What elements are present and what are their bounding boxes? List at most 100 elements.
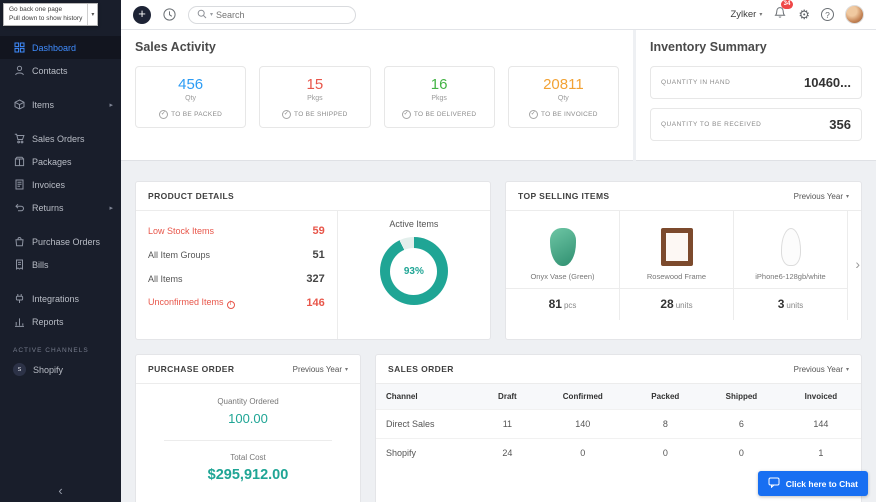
sidebar-item-invoices[interactable]: Invoices xyxy=(0,173,121,196)
sidebar-item-sales-orders[interactable]: Sales Orders xyxy=(0,127,121,150)
product-quantity: 81 pcs xyxy=(506,288,619,320)
tooltip-line-2: Pull down to show history xyxy=(9,14,83,22)
unconfirmed-items-row[interactable]: Unconfirmed Items i 146 xyxy=(148,291,325,315)
pd-value: 146 xyxy=(306,297,325,309)
shopping-bag-icon xyxy=(13,236,25,248)
table-row-direct-sales[interactable]: Direct Sales 11 140 8 6 144 xyxy=(376,409,861,439)
pd-label: All Items xyxy=(148,274,183,284)
check-circle-icon: ✓ xyxy=(528,110,538,119)
sidebar-collapse-button[interactable]: ‹ xyxy=(0,483,121,498)
active-items-donut[interactable]: 93% xyxy=(379,237,448,305)
sidebar-item-integrations[interactable]: Integrations xyxy=(0,287,121,310)
cart-icon xyxy=(13,133,25,145)
sidebar-item-packages[interactable]: Packages xyxy=(0,150,121,173)
quantity-to-be-received-row[interactable]: QUANTITY TO BE RECEIVED 356 xyxy=(650,108,862,141)
sidebar-item-purchase-orders[interactable]: Purchase Orders xyxy=(0,230,121,253)
product-thumbnail xyxy=(780,220,801,266)
top-selling-item-iphone[interactable]: iPhone6-128gb/white 3 units xyxy=(734,211,848,320)
pd-label: Low Stock Items xyxy=(148,226,215,236)
info-icon: i xyxy=(226,300,235,309)
col-packed: Packed xyxy=(628,384,703,410)
all-item-groups-row[interactable]: All Item Groups 51 xyxy=(148,243,325,267)
dashboard-icon xyxy=(13,42,25,54)
receipt-icon xyxy=(13,259,25,271)
stat-to-be-shipped[interactable]: 15 Pkgs ✓ TO BE SHIPPED xyxy=(259,66,371,128)
check-circle-icon: ✓ xyxy=(401,110,411,119)
product-details-header: PRODUCT DETAILS xyxy=(136,182,490,211)
quick-create-button[interactable]: + xyxy=(133,5,151,24)
sidebar-item-items[interactable]: Items ▸ xyxy=(0,93,121,116)
sales-order-period-dropdown[interactable]: Previous Year ▾ xyxy=(794,365,849,374)
stat-label: TO BE PACKED xyxy=(171,111,223,118)
search-scope-caret-icon[interactable]: ▾ xyxy=(210,11,213,18)
stat-label: TO BE DELIVERED xyxy=(413,111,477,118)
details-row: PRODUCT DETAILS Low Stock Items 59 All I… xyxy=(135,181,862,340)
bar-chart-icon xyxy=(13,316,25,328)
stat-value: 15 xyxy=(306,76,324,93)
search-icon xyxy=(197,6,207,24)
stat-to-be-invoiced[interactable]: 20811 Qty ✓ TO BE INVOICED xyxy=(507,66,619,128)
col-draft: Draft xyxy=(477,384,537,410)
tooltip-dropdown-icon[interactable]: ▾ xyxy=(87,4,97,25)
inventory-value: 10460... xyxy=(804,75,851,90)
sidebar-item-label: Contacts xyxy=(32,65,68,76)
stat-value: 456 xyxy=(178,76,204,93)
sidebar-item-bills[interactable]: Bills xyxy=(0,253,121,276)
help-button[interactable]: ? xyxy=(821,8,834,21)
all-items-row[interactable]: All Items 327 xyxy=(148,267,325,291)
sidebar-item-dashboard[interactable]: Dashboard xyxy=(0,36,121,59)
chat-button[interactable]: Click here to Chat xyxy=(757,471,868,496)
wood-frame-image xyxy=(660,228,693,266)
low-stock-items-row[interactable]: Low Stock Items 59 xyxy=(148,219,325,243)
quantity-in-hand-row[interactable]: QUANTITY IN HAND 10460... xyxy=(650,66,862,99)
product-thumbnail xyxy=(660,220,693,266)
purchase-order-card: PURCHASE ORDER Previous Year ▾ Quantity … xyxy=(135,354,361,502)
org-switcher[interactable]: Zylker ▾ xyxy=(730,9,762,20)
col-invoiced: Invoiced xyxy=(780,384,861,410)
pd-value: 327 xyxy=(306,273,325,285)
topbar: + ▾ Zylker ▾ 34 ⚙ ? xyxy=(121,0,876,30)
org-name: Zylker xyxy=(730,9,757,20)
settings-gear-icon[interactable]: ⚙ xyxy=(798,7,810,23)
green-vase-image xyxy=(549,228,576,266)
sidebar-item-shopify[interactable]: s Shopify xyxy=(0,358,121,381)
cell: 6 xyxy=(702,409,781,439)
cell: 24 xyxy=(477,438,537,467)
top-selling-period-dropdown[interactable]: Previous Year ▾ xyxy=(794,192,849,201)
stat-unit: Qty xyxy=(557,95,569,102)
table-row-shopify[interactable]: Shopify 24 0 0 0 1 xyxy=(376,438,861,467)
sidebar-nav: Dashboard Contacts Items ▸ Sales Orders … xyxy=(0,36,121,333)
product-details-title: PRODUCT DETAILS xyxy=(148,191,235,201)
sidebar-item-returns[interactable]: Returns ▸ xyxy=(0,196,121,219)
cell: 140 xyxy=(536,409,629,439)
stat-label-row: ✓ TO BE DELIVERED xyxy=(389,110,490,119)
top-selling-item-onyx-vase[interactable]: Onyx Vase (Green) 81 pcs xyxy=(506,211,620,320)
recent-activity-icon[interactable] xyxy=(162,7,177,22)
col-confirmed: Confirmed xyxy=(536,384,629,410)
product-details-body: Low Stock Items 59 All Item Groups 51 Al… xyxy=(136,211,490,339)
cell: 0 xyxy=(702,438,781,467)
sidebar-item-contacts[interactable]: Contacts xyxy=(0,59,121,82)
summary-row: Sales Activity 456 Qty ✓ TO BE PACKED 15 xyxy=(121,30,876,161)
cell: 0 xyxy=(628,438,703,467)
stat-to-be-delivered[interactable]: 16 Pkgs ✓ TO BE DELIVERED xyxy=(383,66,495,128)
sales-order-table: Channel Draft Confirmed Packed Shipped I… xyxy=(376,384,861,467)
notifications-button[interactable]: 34 xyxy=(773,0,794,24)
sidebar-item-label: Items xyxy=(32,99,55,110)
sidebar-item-reports[interactable]: Reports xyxy=(0,310,121,333)
sidebar-item-label: Purchase Orders xyxy=(32,236,101,247)
purchase-order-period-dropdown[interactable]: Previous Year ▾ xyxy=(293,365,348,374)
app-window: Go back one page Pull down to show histo… xyxy=(0,0,876,502)
quantity-ordered-value: 100.00 xyxy=(228,411,268,426)
stat-to-be-packed[interactable]: 456 Qty ✓ TO BE PACKED xyxy=(135,66,247,128)
donut-percentage: 93% xyxy=(390,247,438,295)
col-shipped: Shipped xyxy=(702,384,781,410)
search-input[interactable] xyxy=(216,9,347,20)
next-items-chevron[interactable]: › xyxy=(855,256,860,272)
global-search[interactable]: ▾ xyxy=(188,5,356,24)
top-selling-item-rosewood-frame[interactable]: Rosewood Frame 28 units xyxy=(620,211,734,320)
cell: 144 xyxy=(780,409,861,439)
sales-activity-title: Sales Activity xyxy=(135,40,216,54)
top-selling-title: TOP SELLING ITEMS xyxy=(518,191,610,201)
user-avatar[interactable] xyxy=(845,5,864,24)
